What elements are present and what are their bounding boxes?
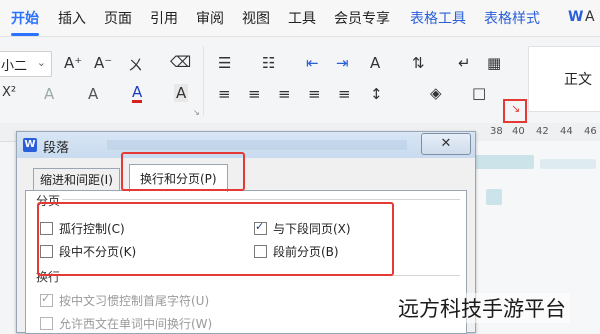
blurred-title-band [107, 140, 407, 150]
align-left-icon[interactable]: ≡ [218, 85, 231, 103]
tab-member[interactable]: 会员专享 [334, 8, 390, 28]
ribbon-separator [203, 46, 204, 116]
checkbox-label: 按中文习惯控制首尾字符(U) [59, 294, 210, 308]
show-marks-icon[interactable]: ↵ [458, 54, 471, 72]
dialog-launcher-icon: ↘ [511, 102, 521, 115]
tab-start[interactable]: 开始 [11, 8, 39, 36]
indent-icon[interactable]: ⇥ [336, 54, 349, 72]
superscript-icon[interactable]: X² [2, 85, 16, 100]
tab-insert[interactable]: 插入 [58, 8, 86, 28]
ruler-tick: 40 [512, 126, 525, 137]
blurred-text [474, 155, 534, 169]
justify-icon[interactable]: ≡ [308, 85, 321, 103]
paragraph-dialog-launcher-button[interactable]: ↘ [503, 99, 527, 123]
blurred-text [540, 159, 596, 169]
table-grid-icon[interactable]: ▦ [487, 54, 501, 72]
text-direction-icon[interactable]: A [370, 54, 380, 72]
tab-review[interactable]: 审阅 [196, 8, 224, 28]
distributed-icon[interactable]: ≡ [338, 85, 351, 103]
ruler-tick: 38 [490, 126, 503, 137]
style-gallery-normal[interactable]: 正文 [528, 46, 600, 112]
blurred-text [486, 189, 502, 205]
highlight-icon[interactable]: A [88, 85, 98, 103]
font-group-launcher-icon[interactable]: ↘ [193, 108, 200, 117]
text-effect-icon[interactable]: A [44, 85, 54, 103]
char-shade-icon[interactable]: A [174, 84, 189, 102]
tab-view[interactable]: 视图 [242, 8, 270, 28]
align-right-icon[interactable]: ≡ [278, 85, 291, 103]
align-center-icon[interactable]: ≡ [248, 85, 261, 103]
checkbox-box [40, 317, 53, 330]
wps-app-icon: W [23, 138, 37, 152]
font-color-icon[interactable]: A [132, 84, 143, 103]
tab-table-tools[interactable]: 表格工具 [410, 8, 466, 28]
eraser-icon[interactable]: ⌫ [170, 53, 191, 71]
ai-logo-text: A [585, 9, 595, 25]
chevron-down-icon: ⌄ [36, 56, 46, 69]
close-icon: ✕ [440, 136, 452, 151]
tab-references[interactable]: 引用 [150, 8, 178, 28]
tab-highlight-box [121, 152, 245, 191]
tab-table-styles[interactable]: 表格样式 [484, 8, 540, 28]
dialog-title-bar[interactable]: W 段落 ✕ [17, 132, 475, 158]
word-wrap-checkbox[interactable]: 允许西文在单词中间换行(W) [40, 315, 212, 332]
bullets-icon[interactable]: ☰ [218, 54, 231, 72]
ruler-tick: 44 [560, 126, 573, 137]
watermark: 远方科技手游平台 [394, 293, 570, 323]
outdent-icon[interactable]: ⇤ [306, 54, 319, 72]
ruler-tick: 42 [536, 126, 549, 137]
shading-icon[interactable]: ◈ [430, 84, 442, 102]
tab-page[interactable]: 页面 [104, 8, 132, 28]
options-highlight-box [37, 202, 394, 276]
chinese-line-break-checkbox[interactable]: 按中文习惯控制首尾字符(U) [40, 292, 209, 309]
grow-font-icon[interactable]: A⁺ [64, 54, 82, 72]
close-button[interactable]: ✕ [421, 133, 471, 155]
sort-icon[interactable]: ⇅ [412, 54, 425, 72]
dialog-title: 段落 [43, 141, 70, 156]
checkbox-box-checked [40, 292, 53, 307]
menu-bar: 开始 插入 页面 引用 审阅 视图 工具 会员专享 表格工具 表格样式 W A [0, 0, 600, 37]
wps-logo-icon: W [568, 9, 584, 25]
font-size-select[interactable]: 小二 ⌄ [0, 51, 52, 77]
shrink-font-icon[interactable]: A⁻ [94, 54, 112, 72]
font-size-value: 小二 [1, 59, 28, 74]
pinyin-icon[interactable]: ㄨ [128, 54, 143, 75]
checkbox-label: 允许西文在单词中间换行(W) [59, 317, 213, 331]
tab-indent-spacing[interactable]: 缩进和间距(I) [33, 168, 120, 191]
group-divider [48, 199, 460, 200]
border-icon[interactable]: □ [472, 84, 486, 102]
numbering-icon[interactable]: ☷ [262, 54, 275, 72]
line-spacing-icon[interactable]: ↕ [370, 85, 383, 103]
ruler-tick: 46 [584, 126, 597, 137]
style-normal-label: 正文 [564, 72, 592, 88]
tab-tools[interactable]: 工具 [288, 8, 316, 28]
